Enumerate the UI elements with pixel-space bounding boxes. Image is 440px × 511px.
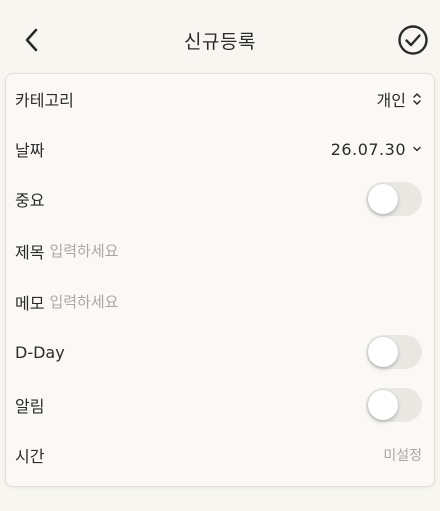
time-label: 시간: [15, 447, 45, 466]
title-input[interactable]: [49, 242, 350, 260]
toggle-knob: [368, 390, 398, 420]
check-circle-icon: [398, 25, 428, 55]
alarm-toggle[interactable]: [366, 388, 422, 422]
category-value: 개인: [376, 91, 406, 110]
category-row[interactable]: 카테고리 개인: [6, 74, 434, 124]
memo-row: 메모: [6, 277, 434, 327]
category-selector[interactable]: 개인: [377, 87, 422, 111]
dday-row: D-Day: [6, 327, 434, 377]
form-card: 카테고리 개인 날짜 26.07.30 중요 제목 입력하세요 메모 입력하세요…: [5, 73, 435, 487]
alarm-label: 알림: [15, 397, 45, 416]
time-value[interactable]: 미설정: [383, 445, 422, 465]
memo-input[interactable]: [49, 293, 350, 311]
category-label: 카테고리: [15, 91, 74, 110]
page-title: 신규등록: [184, 31, 256, 53]
toggle-knob: [368, 337, 398, 367]
date-selector[interactable]: 26.07.30: [331, 140, 422, 159]
title-row: 제목: [6, 226, 434, 276]
memo-label: 메모: [15, 294, 45, 313]
date-label: 날짜: [15, 141, 45, 160]
date-row[interactable]: 날짜 26.07.30: [6, 124, 434, 174]
dday-label: D-Day: [15, 342, 65, 362]
alarm-row: 알림: [6, 380, 434, 430]
title-label: 제목: [15, 243, 45, 262]
up-down-chevron-icon: [412, 92, 422, 106]
important-toggle[interactable]: [366, 182, 422, 216]
important-row: 중요: [6, 174, 434, 224]
confirm-button[interactable]: [397, 24, 429, 56]
date-value: 26.07.30: [330, 139, 406, 159]
time-row[interactable]: 시간 미설정: [6, 430, 434, 480]
dday-toggle[interactable]: [366, 335, 422, 369]
important-label: 중요: [15, 191, 45, 210]
header: 신규등록: [0, 0, 440, 76]
chevron-down-icon: [412, 145, 422, 153]
toggle-knob: [368, 184, 398, 214]
